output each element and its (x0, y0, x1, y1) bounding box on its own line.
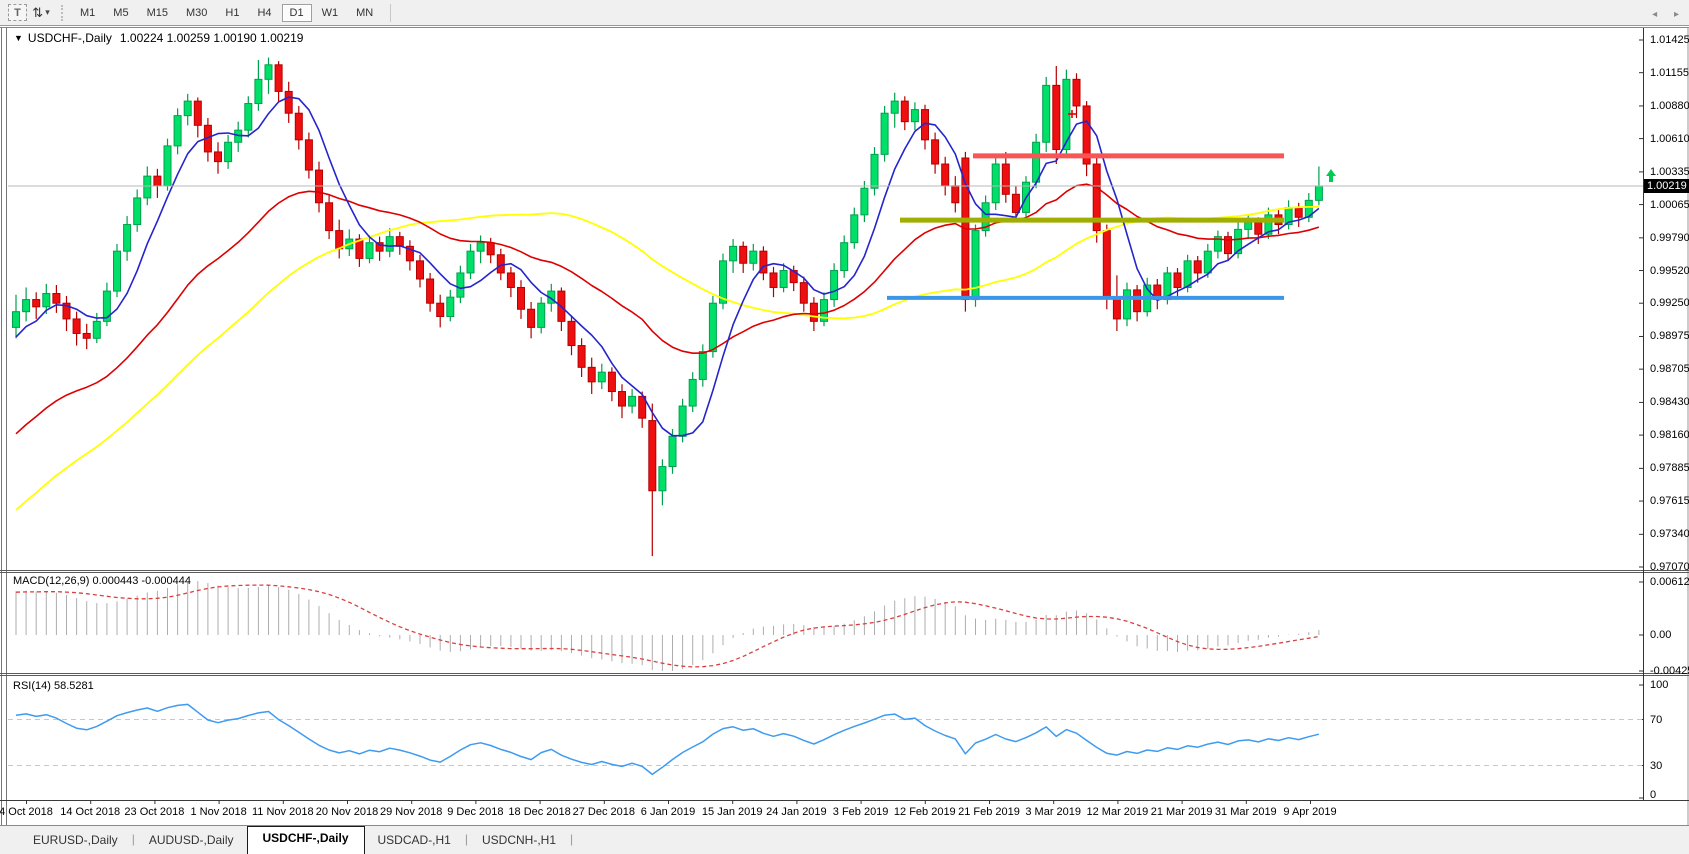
price-tick-label: 0.98430 (1650, 396, 1689, 408)
chart-tab-eurusd[interactable]: EURUSD-,Daily (20, 829, 131, 854)
rsi-indicator-label: RSI(14) 58.5281 (13, 680, 94, 692)
date-tick-label: 24 Jan 2019 (766, 806, 827, 818)
rsi-tick-label: 0 (1650, 789, 1656, 801)
symbol-dropdown-icon[interactable]: ▼ (14, 33, 23, 43)
price-tick-label: 0.98705 (1650, 363, 1689, 375)
price-tick-label: 0.97070 (1650, 561, 1689, 573)
date-tick-label: 29 Nov 2018 (380, 806, 442, 818)
price-tick-label: 1.01425 (1650, 34, 1689, 46)
date-tick-label: 21 Feb 2019 (958, 806, 1020, 818)
chart-tab-usdcnh[interactable]: USDCNH-,H1 (469, 829, 569, 854)
tab-separator: | (569, 832, 574, 848)
date-tick-label: 20 Nov 2018 (316, 806, 378, 818)
tab-scroll-left-icon[interactable]: ◂ (1652, 9, 1657, 20)
macd-indicator-label: MACD(12,26,9) 0.000443 -0.000444 (13, 575, 191, 587)
rsi-tick-label: 70 (1650, 714, 1662, 726)
rsi-tick-label: 30 (1650, 760, 1662, 772)
date-tick-label: 14 Oct 2018 (60, 806, 120, 818)
current-price-box: 1.00219 (1644, 179, 1689, 193)
date-tick-label: 9 Apr 2019 (1283, 806, 1336, 818)
price-tick-label: 1.00335 (1650, 166, 1689, 178)
macd-tick-label: 0.006125 (1650, 576, 1689, 588)
price-tick-label: 1.00880 (1650, 100, 1689, 112)
chart-tab-audusd[interactable]: AUDUSD-,Daily (136, 829, 247, 854)
date-tick-label: 3 Feb 2019 (833, 806, 889, 818)
date-tick-label: 6 Jan 2019 (641, 806, 695, 818)
date-tick-label: 31 Mar 2019 (1215, 806, 1277, 818)
date-tick-label: 15 Jan 2019 (702, 806, 763, 818)
price-tick-label: 0.99520 (1650, 265, 1689, 277)
price-tick-label: 0.98975 (1650, 330, 1689, 342)
price-tick-label: 1.00065 (1650, 199, 1689, 211)
date-tick-label: 1 Nov 2018 (190, 806, 246, 818)
chart-tab-bar: EURUSD-,Daily | AUDUSD-,DailyUSDCHF-,Daily… (0, 825, 1689, 854)
chart-title: ▼ USDCHF-,Daily 1.00224 1.00259 1.00190 1.… (14, 31, 303, 45)
price-tick-label: 0.97340 (1650, 528, 1689, 540)
date-tick-label: 23 Oct 2018 (124, 806, 184, 818)
date-tick-label: 27 Dec 2018 (573, 806, 635, 818)
macd-tick-label: -0.00425 (1650, 665, 1689, 677)
date-tick-label: 9 Dec 2018 (447, 806, 503, 818)
chart-canvas[interactable] (0, 0, 1689, 854)
date-tick-label: 18 Dec 2018 (508, 806, 570, 818)
mt4-terminal: { "toolbar": { "text_tool_label": "T", "… (0, 0, 1689, 854)
chart-ohlc-values: 1.00224 1.00259 1.00190 1.00219 (120, 31, 304, 45)
price-tick-label: 0.97885 (1650, 462, 1689, 474)
price-tick-label: 0.98160 (1650, 429, 1689, 441)
date-tick-label: 3 Mar 2019 (1025, 806, 1081, 818)
price-tick-label: 1.00610 (1650, 133, 1689, 145)
chart-tab-usdcad[interactable]: USDCAD-,H1 (365, 829, 464, 854)
date-tick-label: 12 Feb 2019 (894, 806, 956, 818)
price-tick-label: 0.99250 (1650, 297, 1689, 309)
price-tick-label: 0.97615 (1650, 495, 1689, 507)
tab-scroll-right-icon[interactable]: ▸ (1674, 9, 1679, 20)
rsi-tick-label: 100 (1650, 679, 1668, 691)
date-tick-label: 12 Mar 2019 (1087, 806, 1149, 818)
tab-scroll-buttons: ◂ ▸ (1638, 9, 1679, 20)
date-tick-label: 11 Nov 2018 (252, 806, 314, 818)
date-tick-label: 4 Oct 2018 (0, 806, 53, 818)
date-tick-label: 21 Mar 2019 (1151, 806, 1213, 818)
price-tick-label: 1.01155 (1650, 67, 1689, 79)
chart-tab-usdchf[interactable]: USDCHF-,Daily (247, 826, 365, 854)
chart-symbol-label: USDCHF-,Daily (28, 31, 112, 45)
macd-tick-label: 0.00 (1650, 629, 1671, 641)
price-tick-label: 0.99790 (1650, 232, 1689, 244)
